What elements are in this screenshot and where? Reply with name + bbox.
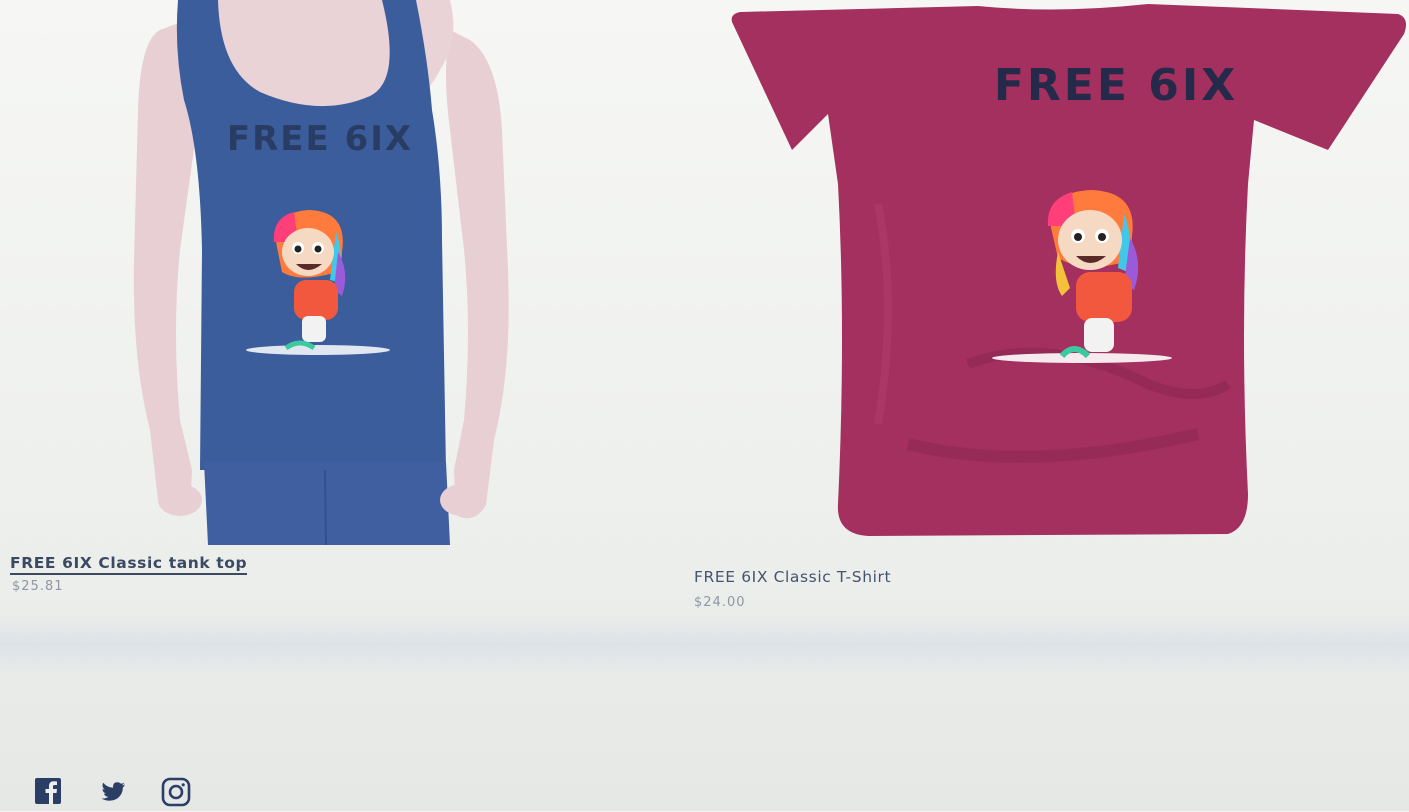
product-title-tank-top[interactable]: FREE 6IX Classic tank top [10,554,248,575]
product-image-tank-top[interactable]: FREE 6IX [120,0,520,545]
product-price-t-shirt: $24.00 [694,595,746,610]
product-title-t-shirt[interactable]: FREE 6IX Classic T-Shirt [694,568,891,586]
social-links [30,772,230,812]
product-card-t-shirt[interactable]: FREE 6IX FREE 6IX Classic T-Shirt $24.00 [680,0,1409,640]
facebook-link[interactable] [33,776,67,808]
product-card-tank-top[interactable]: FREE 6IX FREE 6IX Classic tank top $25.8… [0,0,560,620]
product-grid: FREE 6IX FREE 6IX Classic tank top $25.8… [0,0,1409,640]
tank-print-text: FREE 6IX [227,119,413,159]
instagram-link[interactable] [160,776,194,808]
facebook-icon [35,778,61,804]
twitter-icon [101,782,125,801]
tee-print-text: FREE 6IX [994,60,1238,111]
divider-band [0,615,1409,675]
product-price-tank-top: $25.81 [12,579,64,594]
product-image-t-shirt[interactable]: FREE 6IX [728,4,1409,539]
twitter-link[interactable] [98,776,132,808]
instagram-icon [161,777,191,807]
